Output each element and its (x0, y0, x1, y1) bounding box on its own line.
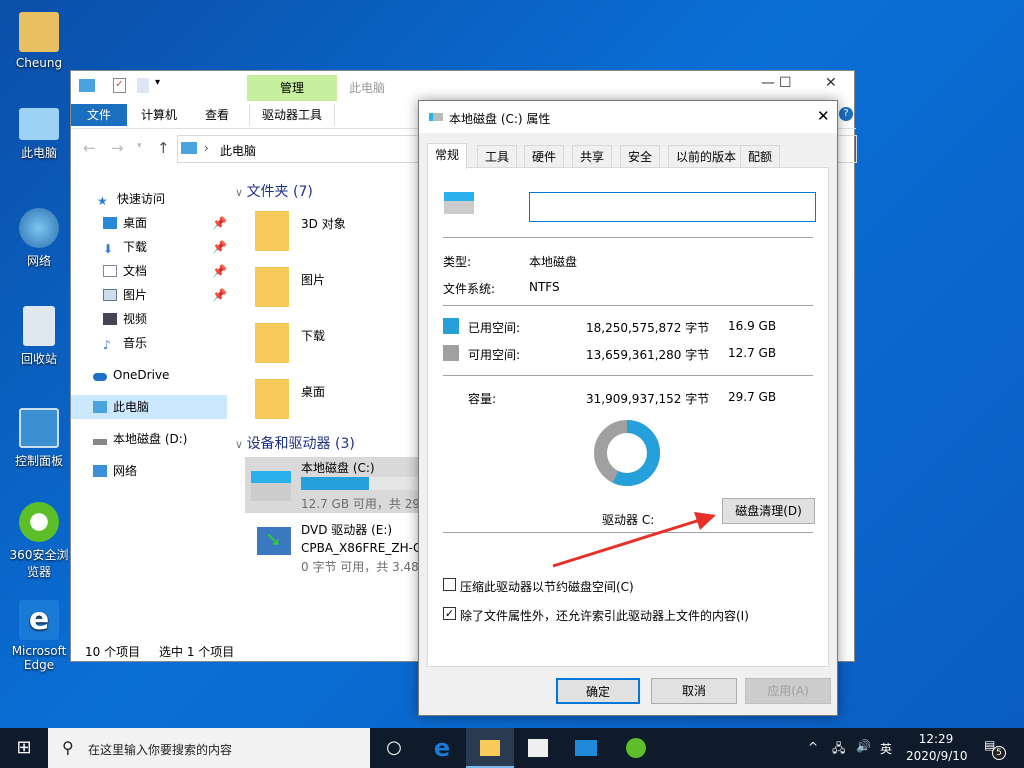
clock-time: 12:29 (918, 732, 954, 746)
notification-count-badge: 5 (992, 746, 1006, 760)
search-box[interactable]: ⚲ 在这里输入你要搜索的内容 (48, 728, 370, 768)
clock-date: 2020/9/10 (906, 749, 968, 763)
search-icon: ⚲ (62, 738, 74, 757)
edge-taskbar-icon[interactable]: e (418, 728, 466, 768)
clock[interactable]: 12:29 2020/9/10 (906, 732, 968, 763)
tab-general[interactable]: 常规 (427, 143, 468, 169)
search-placeholder: 在这里输入你要搜索的内容 (88, 743, 233, 757)
task-view-button[interactable]: ○ (370, 728, 418, 768)
file-explorer-taskbar-icon[interactable] (466, 728, 514, 768)
360-browser-taskbar-icon[interactable] (612, 728, 660, 768)
show-hidden-icons-chevron-icon[interactable]: ^ (808, 740, 818, 754)
volume-icon[interactable]: 🔊 (856, 739, 871, 753)
store-taskbar-icon[interactable] (514, 728, 562, 768)
taskbar: ⊞ ⚲ 在这里输入你要搜索的内容 ○ e ^ 🖧 🔊 英 12:29 2020/9… (0, 728, 1024, 768)
action-center-button[interactable]: ▤ 5 (984, 738, 1006, 760)
ime-indicator[interactable]: 英 (880, 740, 892, 757)
start-button[interactable]: ⊞ (0, 728, 48, 768)
annotation-arrow (552, 512, 716, 568)
mail-taskbar-icon[interactable] (562, 728, 610, 768)
network-tray-icon[interactable]: 🖧 (832, 739, 845, 760)
